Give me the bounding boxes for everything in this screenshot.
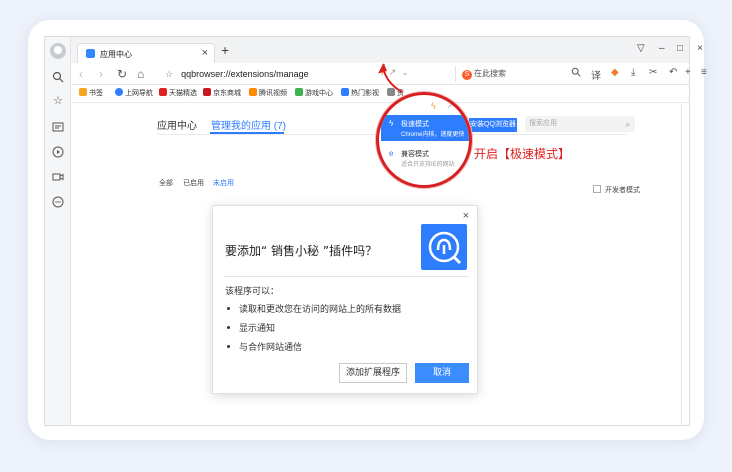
external-icon: ↗ xyxy=(447,101,454,110)
compat-mode-title: 兼容模式 xyxy=(401,151,429,158)
reload-button[interactable]: ↻ xyxy=(117,67,127,81)
bullet xyxy=(227,345,230,348)
pointer-arrow-icon xyxy=(378,63,403,93)
app-center-favicon xyxy=(86,49,95,58)
lightning-icon: ϟ xyxy=(389,119,394,128)
fast-mode-subtitle: Chrome内核，速度更快 xyxy=(401,132,465,138)
add-extension-dialog: × 要添加“ 销售小秘 ”插件吗？ 该程序可以： 读取和更改您在访问的网站上的所… xyxy=(212,205,478,394)
maximize-button[interactable]: □ xyxy=(677,43,683,54)
permission-item: 读取和更改您在访问的网站上的所有数据 xyxy=(227,302,401,315)
search-icon: ⌕ xyxy=(625,120,630,129)
bullet xyxy=(227,326,230,329)
star-icon[interactable]: ☆ xyxy=(52,95,64,107)
game-icon[interactable]: ◆ xyxy=(611,67,619,78)
compat-mode-subtitle: 适合只支持IE的网站 xyxy=(401,162,455,168)
dialog-divider xyxy=(223,276,469,277)
bullet xyxy=(227,307,230,310)
nav-icon xyxy=(115,88,123,96)
app-search-input[interactable]: 搜索应用 ⌕ xyxy=(525,116,635,132)
skin-icon[interactable]: ▽ xyxy=(637,43,645,54)
dev-mode-checkbox[interactable] xyxy=(593,185,601,193)
tab-app-center-page[interactable]: 应用中心 xyxy=(157,117,197,132)
ie-icon: e xyxy=(389,149,394,158)
translate-icon[interactable]: 译 xyxy=(591,67,601,82)
tab-manage-apps[interactable]: 管理我的应用 (7) xyxy=(211,117,286,132)
dev-mode-toggle[interactable]: 开发者模式 xyxy=(593,185,640,195)
fast-mode-item[interactable]: ϟ 极速模式 Chrome内核，速度更快 xyxy=(381,115,469,141)
add-icon[interactable]: + xyxy=(685,67,691,78)
tab-bar: 应用中心 × + ▽ – □ × xyxy=(71,37,703,63)
add-extension-button[interactable]: 添加扩展程序 xyxy=(339,363,407,383)
screenshot-icon[interactable]: ✂ xyxy=(649,67,657,78)
callout-text: 开启【极速模式】 xyxy=(474,147,571,161)
forward-button[interactable]: › xyxy=(99,67,103,81)
bookmark-item[interactable]: 热门影视 xyxy=(341,88,379,98)
notes-icon[interactable] xyxy=(52,121,64,133)
sogou-logo-icon: S xyxy=(462,70,472,80)
cancel-button[interactable]: 取消 xyxy=(415,363,469,383)
star-icon xyxy=(79,88,87,96)
jd-icon xyxy=(203,88,211,96)
tab-app-center[interactable]: 应用中心 × xyxy=(77,43,215,63)
bookmark-star-icon[interactable]: ☆ xyxy=(165,69,173,79)
filter-all[interactable]: 全部 xyxy=(159,178,173,188)
permission-item: 显示通知 xyxy=(227,321,275,334)
bookmark-item[interactable]: 京东商城 xyxy=(203,88,241,98)
bookmark-item[interactable]: 书签 xyxy=(79,88,103,98)
chat-icon[interactable] xyxy=(52,196,64,208)
user-avatar[interactable] xyxy=(50,43,66,59)
search-icon[interactable] xyxy=(52,71,64,83)
home-button[interactable]: ⌂ xyxy=(137,67,144,81)
dialog-intro: 该程序可以： xyxy=(225,287,280,297)
movies-icon xyxy=(341,88,349,96)
lightning-icon: ϟ xyxy=(431,101,436,111)
fast-mode-title: 极速模式 xyxy=(401,121,429,128)
bookmark-item[interactable]: 天猫精选 xyxy=(159,88,197,98)
tab-close-icon[interactable]: × xyxy=(202,47,208,59)
bookmark-item[interactable]: 游戏中心 xyxy=(295,88,333,98)
side-toolbar: ☆ xyxy=(45,37,71,425)
filter-disabled[interactable]: 未启用 xyxy=(213,178,234,188)
download-icon[interactable]: ⤓ xyxy=(631,67,635,78)
dev-mode-label: 开发者模式 xyxy=(605,187,640,194)
game-center-icon xyxy=(295,88,303,96)
search-box[interactable]: S 在此搜索 xyxy=(455,66,565,82)
app-search-placeholder: 搜索应用 xyxy=(529,120,557,127)
compat-mode-item[interactable]: e 兼容模式 适合只支持IE的网站 xyxy=(381,145,469,171)
search-placeholder: 在此搜索 xyxy=(474,69,506,78)
tab-title: 应用中心 xyxy=(100,50,132,59)
minimize-button[interactable]: – xyxy=(659,43,665,54)
permission-item: 与合作网站通信 xyxy=(227,340,302,353)
bookmark-item[interactable]: 上网导航 xyxy=(115,88,153,98)
close-window-button[interactable]: × xyxy=(697,43,703,54)
tmall-icon xyxy=(159,88,167,96)
video-icon[interactable] xyxy=(52,171,64,183)
menu-icon[interactable]: ≡ xyxy=(701,67,707,78)
install-button[interactable]: 安装QQ浏览器 xyxy=(469,118,517,132)
magnifier-search-icon[interactable] xyxy=(571,67,581,80)
mode-menu-magnifier: ϟ ↗ ϟ 极速模式 Chrome内核，速度更快 e 兼容模式 适合只支持IE的… xyxy=(376,92,472,188)
tencent-video-icon xyxy=(249,88,257,96)
undo-icon[interactable]: ↶ xyxy=(669,67,677,78)
back-button[interactable]: ‹ xyxy=(79,67,83,81)
filter-enabled[interactable]: 已启用 xyxy=(183,178,204,188)
url-text: qqbrowser://extensions/manage xyxy=(181,69,309,79)
dialog-close-icon[interactable]: × xyxy=(463,210,469,222)
extension-logo-icon xyxy=(421,224,467,270)
play-icon[interactable] xyxy=(52,146,64,158)
dialog-title: 要添加“ 销售小秘 ”插件吗？ xyxy=(225,244,378,258)
bookmark-item[interactable]: 腾讯视频 xyxy=(249,88,287,98)
new-tab-button[interactable]: + xyxy=(221,42,229,58)
